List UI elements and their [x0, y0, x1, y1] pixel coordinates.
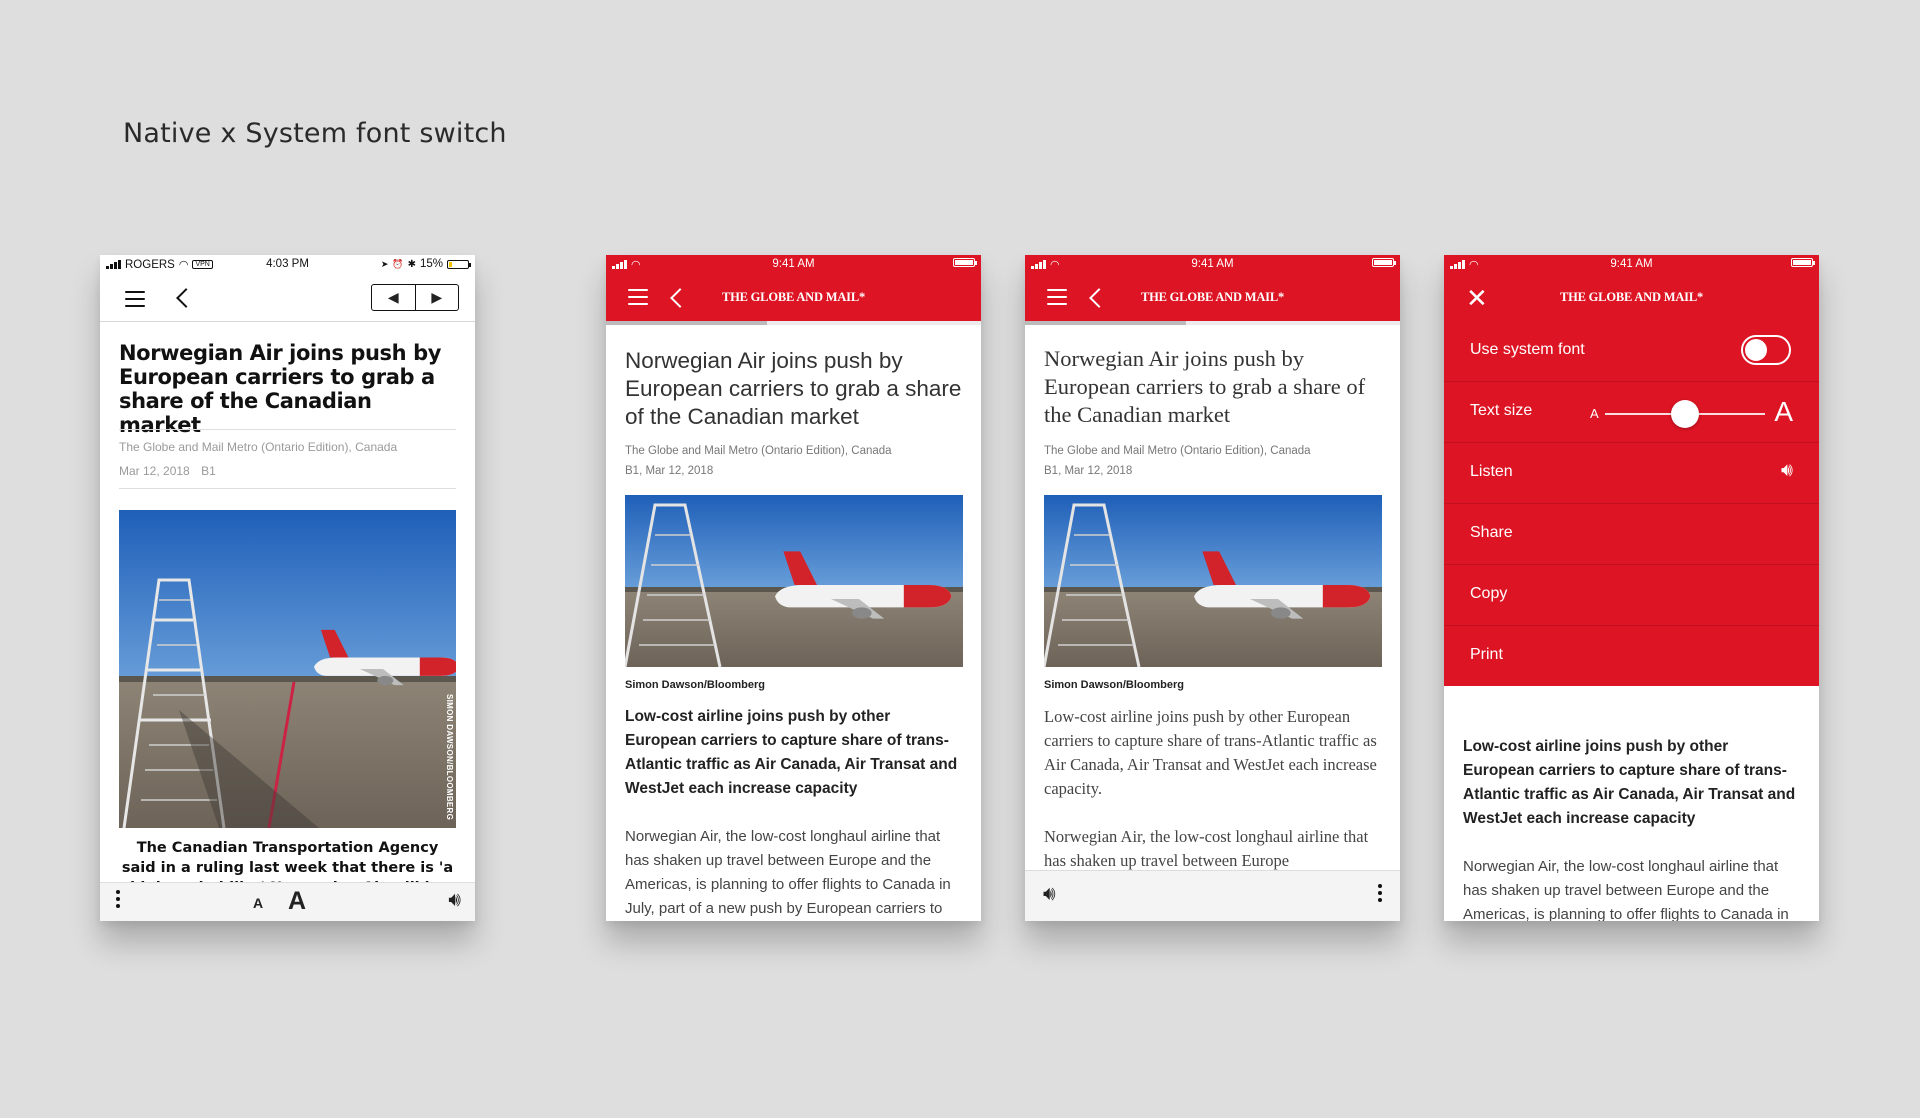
article-photo [1044, 495, 1382, 667]
more-options-icon[interactable] [116, 890, 120, 911]
nav-bar: THE GLOBE AND MAIL* [1025, 275, 1400, 321]
reading-progress-bar [1025, 321, 1400, 325]
phone-system-font-article: ◠ 9:41 AM THE GLOBE AND MAIL* Norwegian … [606, 255, 981, 921]
menu-icon[interactable] [125, 291, 145, 307]
article-photo: SIMON DAWSON/BLOOMBERG [119, 510, 456, 828]
masthead-logo: THE GLOBE AND MAIL* [721, 290, 866, 304]
article-headline: Norwegian Air joins push by European car… [1044, 346, 1366, 427]
article-body: Norwegian Air, the low-cost longhaul air… [1044, 827, 1369, 870]
article-dek: Low-cost airline joins push by other Eur… [1044, 707, 1377, 798]
photo-credit: SIMON DAWSON/BLOOMBERG [445, 693, 454, 820]
text-size-small-glyph: A [1590, 406, 1599, 421]
article-body: Norwegian Air, the low-cost longhaul air… [625, 828, 951, 917]
article-dateline: B1, Mar 12, 2018 [625, 465, 714, 477]
reader-bottom-bar: A A 🔊︎ [100, 882, 475, 921]
listen-row[interactable]: Listen 🔊︎ [1444, 442, 1819, 503]
phone-article-options-menu: ◠ 9:41 AM ✕ THE GLOBE AND MAIL* Use syst… [1444, 255, 1819, 921]
listen-speaker-icon[interactable]: 🔊︎ [448, 889, 461, 912]
article-dateline: B1, Mar 12, 2018 [1044, 465, 1133, 477]
article-content: Norwegian Air joins push by European car… [1044, 345, 1382, 873]
increase-font-button[interactable]: A [288, 887, 306, 916]
battery-percent: 15% [419, 258, 443, 270]
more-options-icon[interactable] [1378, 884, 1382, 905]
article-content: Norwegian Air joins push by European car… [625, 347, 963, 921]
reader-toolbar: ◀ ▶ [100, 275, 475, 322]
article-body: Norwegian Air, the low-cost longhaul air… [1463, 858, 1789, 921]
article-dateline: Mar 12, 2018 B1 [119, 464, 216, 478]
article-content: Low-cost airline joins push by other Eur… [1463, 735, 1800, 921]
text-size-label: Text size [1470, 402, 1533, 419]
article-photo [625, 495, 963, 667]
share-label: Share [1470, 524, 1513, 541]
previous-article-button[interactable]: ◀ [372, 285, 415, 310]
listen-speaker-icon[interactable]: 🔊︎ [1043, 883, 1056, 906]
article-headline: Norwegian Air joins push by European car… [625, 348, 962, 429]
status-bar: ◠ 9:41 AM [606, 255, 981, 275]
next-article-button[interactable]: ▶ [414, 285, 459, 310]
copy-row[interactable]: Copy [1444, 564, 1819, 625]
reading-progress-fill [606, 321, 768, 325]
reader-bottom-bar: 🔊︎ [1025, 870, 1400, 921]
battery-icon [447, 259, 471, 269]
bluetooth-icon: ✱ [407, 258, 416, 270]
text-size-slider-thumb[interactable] [1671, 400, 1699, 428]
status-bar: ROGERS ◠ VPN 4:03 PM ➤ ⏰ ✱ 15% [100, 255, 475, 275]
page-reference: B1 [201, 464, 216, 478]
decrease-font-button[interactable]: A [253, 895, 263, 911]
masthead-logo: THE GLOBE AND MAIL* [1559, 290, 1704, 304]
app-header: ◠ 9:41 AM ✕ THE GLOBE AND MAIL* [1444, 255, 1819, 321]
print-label: Print [1470, 646, 1503, 663]
toggle-knob [1745, 339, 1767, 361]
divider [119, 488, 456, 489]
use-system-font-toggle[interactable] [1741, 335, 1791, 365]
location-icon: ➤ [380, 258, 389, 269]
text-size-large-glyph: A [1774, 396, 1793, 427]
article-source: The Globe and Mail Metro (Ontario Editio… [119, 440, 398, 454]
battery-fill [449, 261, 452, 267]
photo-caption: Simon Dawson/Bloomberg [625, 679, 765, 691]
options-menu: Use system font Text size A A Listen 🔊︎ … [1444, 321, 1819, 686]
text-size-row: Text size A A [1444, 381, 1819, 442]
share-row[interactable]: Share [1444, 503, 1819, 564]
status-bar: ◠ 9:41 AM [1444, 255, 1819, 275]
divider [119, 429, 456, 430]
use-system-font-row[interactable]: Use system font [1444, 321, 1819, 381]
photo-caption: Simon Dawson/Bloomberg [1044, 679, 1184, 691]
use-system-font-label: Use system font [1470, 341, 1585, 358]
copy-label: Copy [1470, 585, 1508, 602]
nav-bar: ✕ THE GLOBE AND MAIL* [1444, 275, 1819, 321]
back-chevron-icon[interactable] [176, 288, 196, 308]
status-right [953, 258, 977, 267]
listen-label: Listen [1470, 463, 1513, 480]
article-dek: Low-cost airline joins push by other Eur… [1463, 738, 1796, 827]
phone-native-font-article: ◠ 9:41 AM THE GLOBE AND MAIL* Norwegian … [1025, 255, 1400, 921]
page-title: Native x System font switch [123, 118, 507, 149]
app-header: ◠ 9:41 AM THE GLOBE AND MAIL* [1025, 255, 1400, 321]
nav-bar: THE GLOBE AND MAIL* [606, 275, 981, 321]
status-time: 9:41 AM [1191, 258, 1234, 270]
reading-progress-fill [1025, 321, 1187, 325]
battery-icon [953, 258, 977, 267]
alarm-icon: ⏰ [392, 258, 404, 269]
speaker-icon: 🔊︎ [1781, 460, 1793, 481]
article-pager: ◀ ▶ [371, 284, 459, 311]
article-dek: Low-cost airline joins push by other Eur… [625, 708, 958, 797]
status-time: 9:41 AM [772, 258, 815, 270]
battery-icon [1372, 258, 1396, 267]
article-source: The Globe and Mail Metro (Ontario Editio… [1044, 445, 1311, 457]
status-time: 9:41 AM [1610, 258, 1653, 270]
status-bar: ◠ 9:41 AM [1025, 255, 1400, 275]
article-headline: Norwegian Air joins push by European car… [119, 341, 442, 437]
app-header: ◠ 9:41 AM THE GLOBE AND MAIL* [606, 255, 981, 321]
reading-progress-bar [606, 321, 981, 325]
status-right [1372, 258, 1396, 267]
article-source: The Globe and Mail Metro (Ontario Editio… [625, 445, 892, 457]
masthead-logo: THE GLOBE AND MAIL* [1140, 290, 1285, 304]
status-right [1791, 258, 1815, 267]
phone-native-reader: ROGERS ◠ VPN 4:03 PM ➤ ⏰ ✱ 15% ◀ ▶ Norwe… [100, 255, 475, 921]
status-right: ➤ ⏰ ✱ 15% [380, 258, 471, 270]
article-date: Mar 12, 2018 [119, 464, 190, 478]
battery-icon [1791, 258, 1815, 267]
print-row[interactable]: Print [1444, 625, 1819, 686]
